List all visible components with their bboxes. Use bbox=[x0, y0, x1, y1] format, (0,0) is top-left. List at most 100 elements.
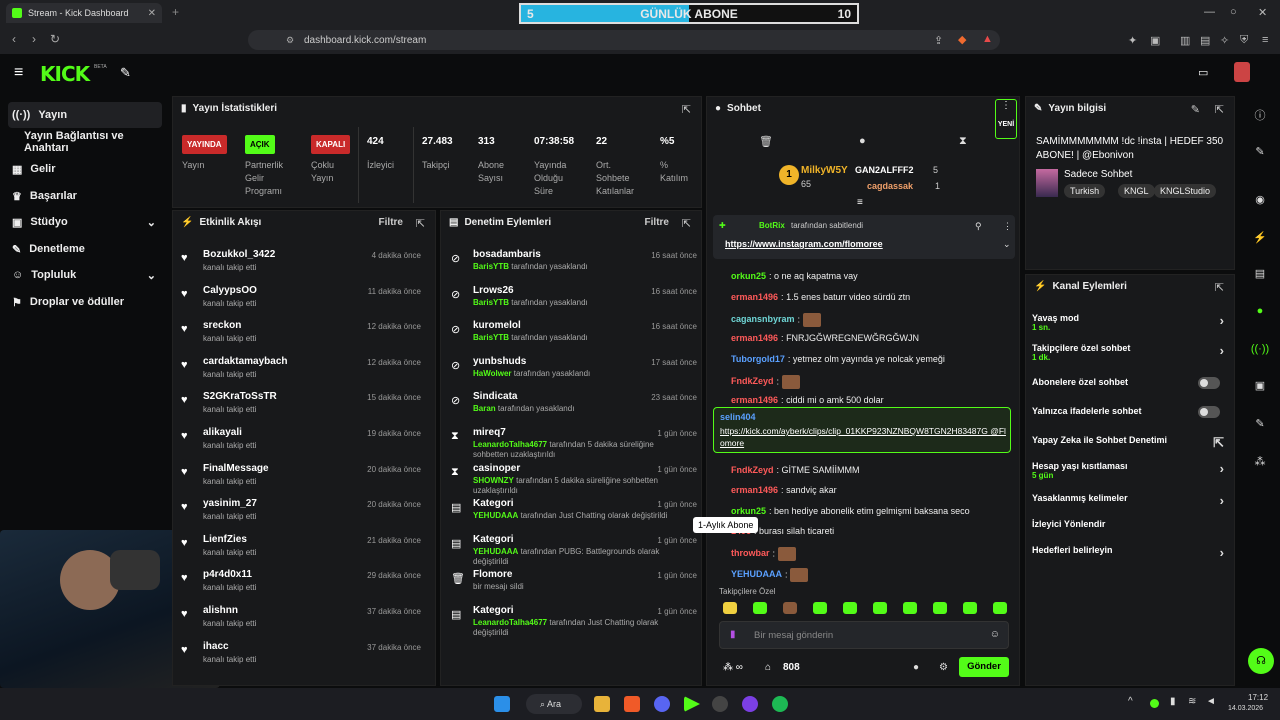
sidebar-item-studyo[interactable]: ▣ Stüdyo ⌄ bbox=[8, 209, 162, 235]
app-icon[interactable] bbox=[742, 696, 758, 712]
top-gifter-1[interactable]: MilkyW5Y bbox=[801, 165, 848, 176]
address-bar[interactable]: ⚙ dashboard.kick.com/stream bbox=[248, 30, 1000, 50]
follower-name[interactable]: ihacc bbox=[203, 641, 229, 652]
pinned-by[interactable]: BotRix bbox=[759, 221, 785, 230]
sidebar-item-denetleme[interactable]: ✎ Denetleme bbox=[8, 236, 162, 262]
follower-name[interactable]: FinalMessage bbox=[203, 463, 269, 474]
list-item[interactable]: ▤ Kategori LeanardoTalha4677 tarafından Ju… bbox=[449, 605, 697, 639]
moderator-name[interactable]: HaWolwer bbox=[473, 369, 512, 378]
follower-name[interactable]: p4r4d0x11 bbox=[203, 569, 252, 580]
popout-icon[interactable]: ⇱ bbox=[416, 217, 425, 230]
chat-username[interactable]: FndkZeyd bbox=[731, 376, 774, 386]
vpn-icon[interactable]: ⛨ bbox=[1240, 34, 1248, 47]
chat-username[interactable]: throwbar bbox=[731, 548, 770, 558]
mod-target[interactable]: Kategori bbox=[473, 605, 514, 616]
chat-icon[interactable]: ● bbox=[1247, 300, 1273, 322]
toggle-switch[interactable] bbox=[1198, 406, 1220, 418]
channel-action[interactable]: İzleyici Yönlendir bbox=[1032, 519, 1228, 529]
moderator-name[interactable]: Baran bbox=[473, 404, 496, 413]
follower-name[interactable]: alishnn bbox=[203, 605, 238, 616]
channel-action[interactable]: Yalnızca ifadelerle sohbet bbox=[1032, 406, 1228, 418]
wifi-icon[interactable]: ≋ bbox=[1188, 696, 1196, 707]
channel-action[interactable]: Yavaş mod 1 sn. › bbox=[1032, 313, 1228, 332]
list-item[interactable]: ♥ FinalMessage kanalı takip etti 20 dakika … bbox=[181, 463, 421, 497]
list-item[interactable]: ♥ alishnn kanalı takip etti 37 dakika önce bbox=[181, 605, 421, 639]
list-item[interactable]: ♥ p4r4d0x11 kanalı takip etti 29 dakika önc… bbox=[181, 569, 421, 603]
spotify-icon[interactable] bbox=[772, 696, 788, 712]
chat-username[interactable]: Tuborgold17 bbox=[731, 354, 785, 364]
wallet-icon[interactable]: ▣ bbox=[1150, 34, 1160, 47]
moderator-name[interactable]: BarisYTB bbox=[473, 298, 509, 307]
chat-username[interactable]: erman1496 bbox=[731, 395, 778, 405]
filter-button[interactable]: Filtre bbox=[645, 217, 669, 228]
kick-logo[interactable]: KICK bbox=[40, 62, 90, 86]
popout-icon[interactable]: ⇱ bbox=[682, 103, 691, 116]
list-item[interactable]: 🗑 Flomore bir mesajı sildi 1 gün önce bbox=[449, 569, 697, 603]
windows-start-icon[interactable] bbox=[494, 696, 510, 712]
follower-name[interactable]: CalyypsOO bbox=[203, 285, 257, 296]
follower-name[interactable]: S2GKraToSsTR bbox=[203, 391, 277, 402]
emote-icon[interactable] bbox=[753, 602, 767, 614]
emote-icon[interactable] bbox=[843, 602, 857, 614]
reload-icon[interactable]: ↻ bbox=[50, 32, 60, 46]
chat-username[interactable]: orkun25 bbox=[731, 271, 766, 281]
mic-icon[interactable]: ▮ bbox=[730, 629, 736, 640]
mic-icon[interactable]: ▮ bbox=[1170, 696, 1176, 707]
forward-icon[interactable]: › bbox=[32, 32, 36, 46]
edit-icon[interactable]: ✎ bbox=[1191, 103, 1200, 116]
list-item[interactable]: ▤ Kategori YEHUDAAA tarafından Just Chatti… bbox=[449, 498, 697, 532]
emote-icon[interactable] bbox=[993, 602, 1007, 614]
list-item[interactable]: ♥ sreckon kanalı takip etti 12 dakika önce bbox=[181, 320, 421, 354]
chevron-down-icon[interactable]: ⌄ bbox=[1003, 239, 1011, 250]
menu-icon[interactable]: ≡ bbox=[1262, 34, 1268, 46]
list-item[interactable]: ♥ S2GKraToSsTR kanalı takip etti 15 dakika … bbox=[181, 391, 421, 425]
moderator-name[interactable]: YEHUDAAA bbox=[473, 547, 518, 556]
mod-target[interactable]: bosadambaris bbox=[473, 249, 541, 260]
close-window-icon[interactable]: ✕ bbox=[1258, 6, 1267, 19]
popout-icon[interactable]: ⇱ bbox=[682, 217, 691, 230]
new-tab-icon[interactable]: + bbox=[172, 5, 179, 19]
obs-icon[interactable] bbox=[712, 696, 728, 712]
chat-username[interactable]: FndkZeyd bbox=[731, 465, 774, 475]
channel-action[interactable]: Takipçilere özel sohbet 1 dk. › bbox=[1032, 343, 1228, 362]
leo-ai-icon[interactable]: ✧ bbox=[1220, 34, 1229, 47]
channel-action[interactable]: Hedefleri belirleyin › bbox=[1032, 545, 1228, 560]
follower-name[interactable]: Bozukkol_3422 bbox=[203, 249, 275, 260]
close-tab-icon[interactable]: ✕ bbox=[148, 8, 156, 19]
unpin-icon[interactable]: ⚲ bbox=[975, 221, 982, 232]
mod-target[interactable]: mireq7 bbox=[473, 427, 506, 438]
top-gifter-3[interactable]: cagdassak bbox=[867, 181, 913, 191]
moderator-name[interactable]: LeanardoTalha4677 bbox=[473, 618, 547, 627]
follower-name[interactable]: yasinim_27 bbox=[203, 498, 257, 509]
pencil-icon[interactable]: ✎ bbox=[1247, 140, 1273, 162]
list-item[interactable]: ♥ Bozukkol_3422 kanalı takip etti 4 dakika … bbox=[181, 249, 421, 283]
mod-target[interactable]: yunbshuds bbox=[473, 356, 526, 367]
chat-input[interactable]: ▮ Bir mesaj gönderin ☺ bbox=[719, 621, 1009, 649]
volume-icon[interactable]: ◄ bbox=[1206, 696, 1216, 707]
discord-icon[interactable] bbox=[654, 696, 670, 712]
mod-target[interactable]: Kategori bbox=[473, 498, 514, 509]
list-item[interactable]: ⊘ bosadambaris BarisYTB tarafından yasakla… bbox=[449, 249, 697, 283]
chat-menu-button[interactable]: ⋮ YENİ bbox=[995, 99, 1017, 139]
brave-icon[interactable] bbox=[624, 696, 640, 712]
list-item[interactable]: ♥ cardaktamaybach kanalı takip etti 12 daki… bbox=[181, 356, 421, 390]
list-item[interactable]: ♥ LienfZies kanalı takip etti 21 dakika önc… bbox=[181, 534, 421, 568]
emote-icon[interactable] bbox=[903, 602, 917, 614]
share-icon[interactable]: ⇪ bbox=[934, 34, 943, 47]
mod-target[interactable]: Sindicata bbox=[473, 391, 517, 402]
collapse-icon[interactable]: ≡ bbox=[857, 197, 863, 208]
emote-icon[interactable] bbox=[723, 602, 737, 614]
camera-icon[interactable]: ◉ bbox=[1247, 188, 1273, 210]
sidebar-item-stream-key[interactable]: Yayın Bağlantısı ve Anahtarı bbox=[8, 129, 162, 155]
document-icon[interactable]: ▤ bbox=[1247, 262, 1273, 284]
list-item[interactable]: ⊘ kuromelol BarisYTB tarafından yasaklandı… bbox=[449, 320, 697, 354]
follower-name[interactable]: LienfZies bbox=[203, 534, 247, 545]
mod-target[interactable]: casinoper bbox=[473, 463, 520, 474]
sidebar-item-droplar[interactable]: ⚑ Droplar ve ödüller bbox=[8, 289, 162, 315]
rewards-icon[interactable]: ▲ bbox=[982, 33, 993, 45]
channel-action[interactable]: Abonelere özel sohbet bbox=[1032, 377, 1228, 389]
chat-username[interactable]: erman1496 bbox=[731, 485, 778, 495]
back-icon[interactable]: ‹ bbox=[12, 32, 16, 46]
tray-chevron-icon[interactable]: ^ bbox=[1128, 696, 1133, 707]
hamburger-icon[interactable]: ≡ bbox=[14, 64, 23, 82]
